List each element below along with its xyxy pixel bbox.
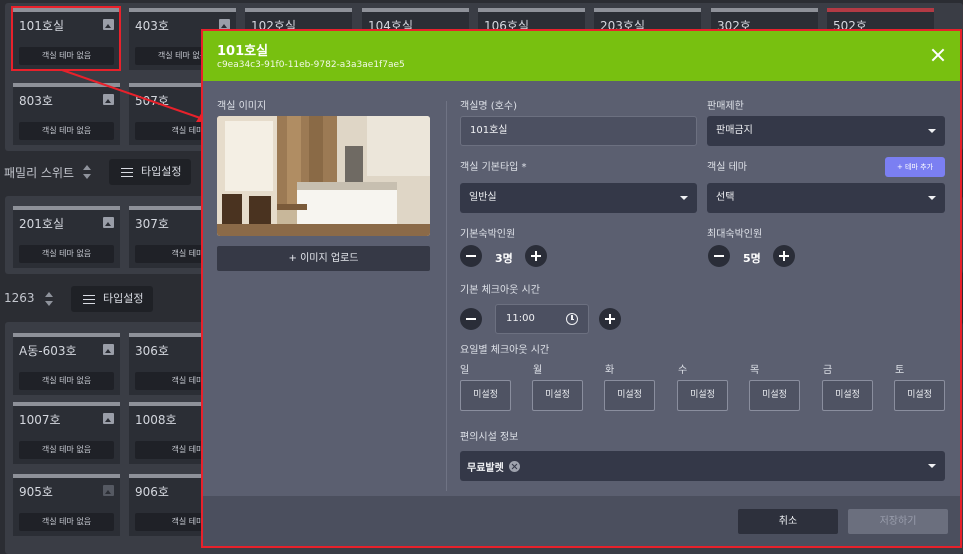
room-name: 905호	[19, 485, 53, 499]
sort-arrows-icon[interactable]	[83, 165, 91, 179]
image-icon	[103, 485, 114, 496]
room-theme-badge: 객실 테마 없음	[19, 372, 114, 390]
room-name: 1007호	[19, 413, 61, 427]
room-name: 1008호	[135, 413, 177, 427]
image-icon	[103, 344, 114, 355]
image-icon	[103, 217, 114, 228]
room-name: 306호	[135, 344, 169, 358]
room-card[interactable]: 1007호객실 테마 없음	[13, 402, 120, 464]
type-settings-label: 타입설정	[103, 292, 144, 305]
room-name: 307호	[135, 217, 169, 231]
room-card[interactable]: 201호실객실 테마 없음	[13, 206, 120, 268]
room-name: 201호실	[19, 217, 64, 231]
room-name: A동-603호	[19, 344, 77, 358]
annotation-arrow-icon	[61, 69, 210, 122]
image-icon	[103, 413, 114, 424]
room-theme-badge: 객실 테마 없음	[19, 513, 114, 531]
section-title: 패밀리 스위트	[4, 166, 75, 180]
sort-arrows-icon[interactable]	[45, 292, 53, 306]
room-card[interactable]: 905호객실 테마 없음	[13, 474, 120, 536]
room-name: 403호	[135, 19, 169, 33]
room-theme-badge: 객실 테마 없음	[19, 245, 114, 263]
room-card[interactable]: A동-603호객실 테마 없음	[13, 333, 120, 395]
room-name: 906호	[135, 485, 169, 499]
modal-highlight-box	[201, 29, 962, 548]
sliders-icon	[121, 166, 133, 178]
type-settings-label: 타입설정	[141, 165, 182, 178]
type-settings-button[interactable]: 타입설정	[109, 159, 192, 185]
section-title: 1263	[4, 291, 35, 305]
sliders-icon	[83, 293, 95, 305]
room-name: 803호	[19, 94, 53, 108]
room-theme-badge: 객실 테마 없음	[19, 441, 114, 459]
type-settings-button[interactable]: 타입설정	[71, 286, 154, 312]
highlight-box	[11, 6, 121, 71]
